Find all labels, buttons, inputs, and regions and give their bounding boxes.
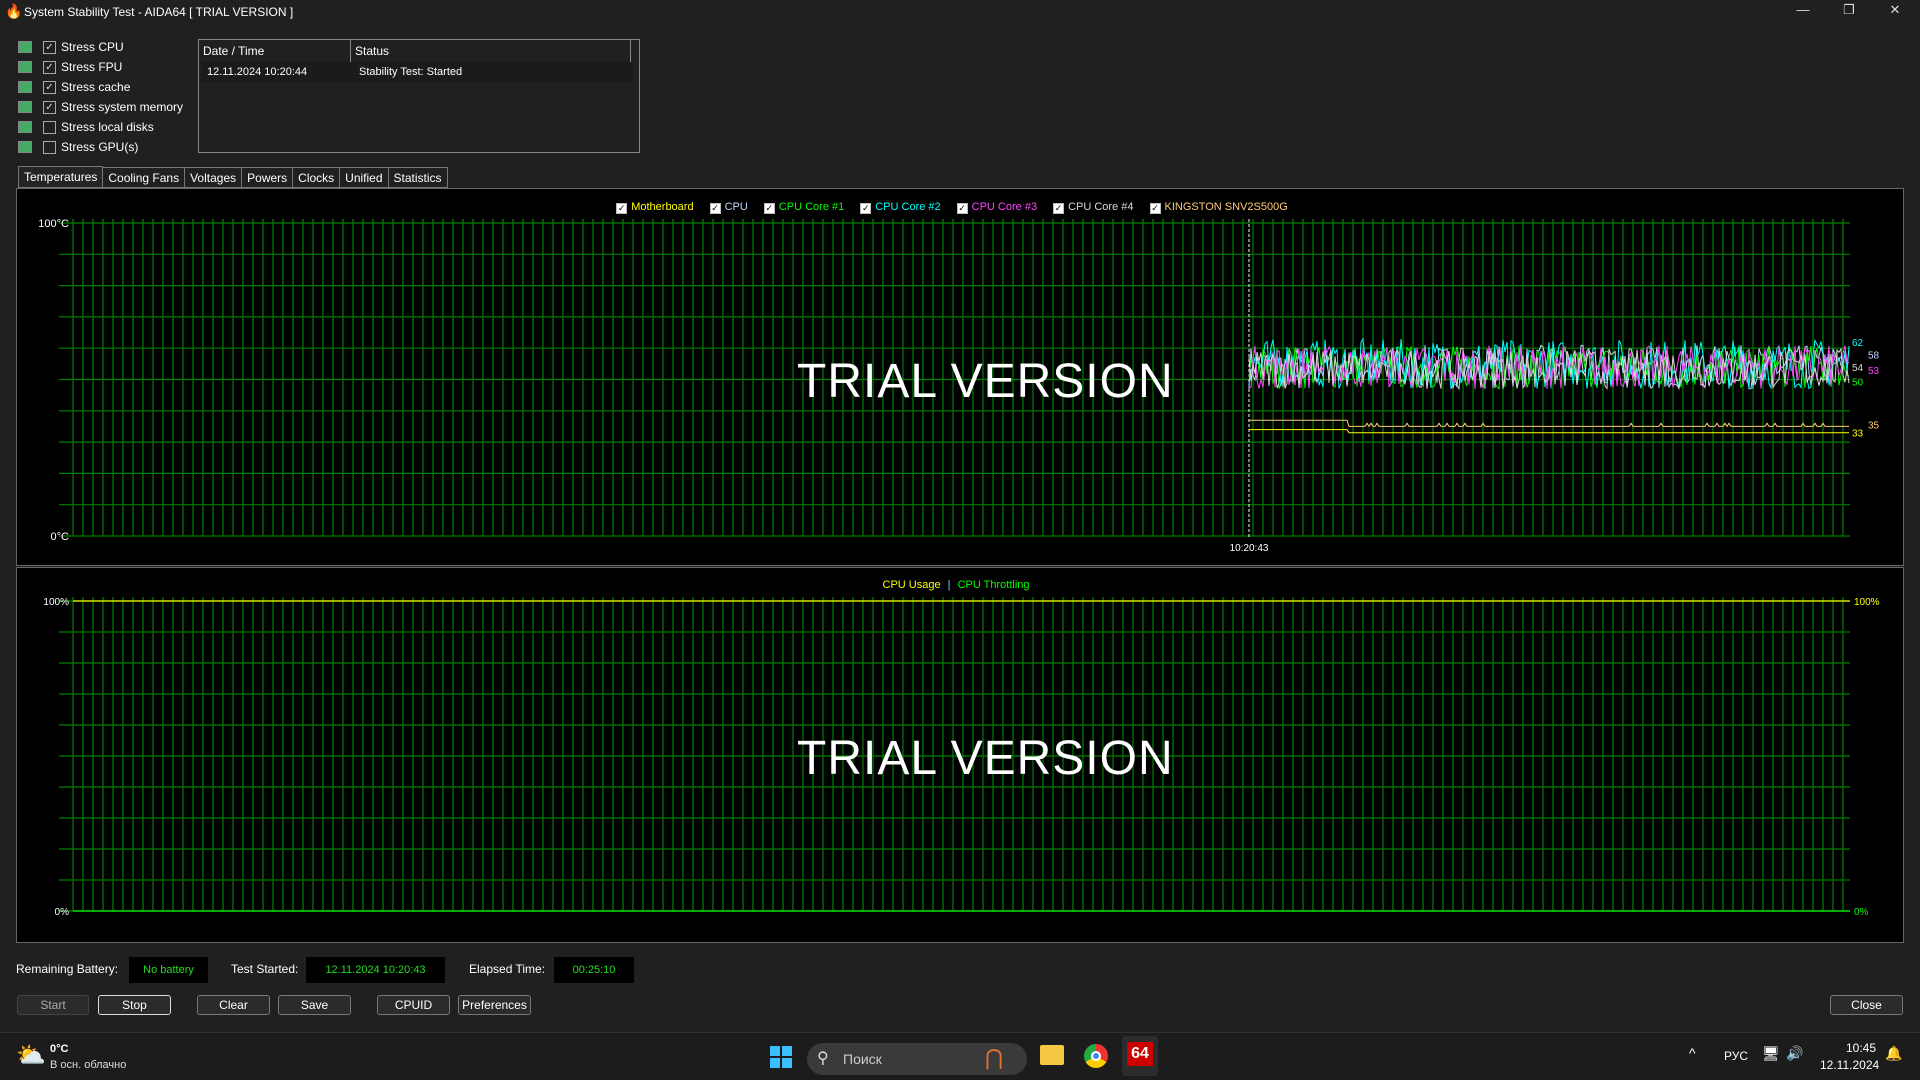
cpuid-button[interactable]: CPUID: [377, 995, 450, 1015]
tab-voltages[interactable]: Voltages: [185, 167, 243, 188]
cache-chip-icon: [18, 81, 32, 93]
stress-option-label: Stress CPU: [61, 40, 124, 54]
y-axis-bottom-label: 0%: [55, 907, 70, 918]
column-header-status[interactable]: Status: [351, 40, 631, 62]
restore-button[interactable]: ❐: [1829, 2, 1869, 22]
network-icon[interactable]: 🖥: [1762, 1045, 1780, 1062]
aida64-taskbar-button[interactable]: 64: [1122, 1036, 1158, 1076]
stress-option[interactable]: ✓ Stress cache: [18, 78, 130, 96]
current-value-label: 33: [1852, 429, 1864, 440]
x-tick-label: 10:20:43: [1230, 543, 1269, 554]
preferences-button[interactable]: Preferences: [458, 995, 531, 1015]
chrome-icon[interactable]: [1084, 1044, 1108, 1068]
event-log: Date / Time Status 12.11.2024 10:20:44 S…: [198, 39, 640, 153]
tab-cooling-fans[interactable]: Cooling Fans: [103, 167, 186, 188]
clock-time[interactable]: 10:45: [1846, 1041, 1876, 1055]
y-axis-right-bottom-label: 0%: [1854, 907, 1869, 918]
log-datetime: 12.11.2024 10:20:44: [207, 66, 308, 78]
stress-option[interactable]: ✓ Stress CPU: [18, 38, 124, 56]
search-box[interactable]: ⚲ Поиск ⋂: [807, 1043, 1027, 1075]
cpu-usage-chart: CPU Usage | CPU Throttling 100% 0% 100% 0% …: [16, 567, 1904, 943]
start-button[interactable]: Start: [17, 995, 89, 1015]
tab-statistics[interactable]: Statistics: [388, 167, 448, 188]
stress-option[interactable]: Stress GPU(s): [18, 138, 138, 156]
battery-label: Remaining Battery:: [16, 962, 119, 976]
file-explorer-icon[interactable]: [1040, 1045, 1064, 1065]
series-line-kingston-snv2s500g: [1249, 419, 1849, 428]
search-placeholder: Поиск: [843, 1051, 882, 1067]
tab-clocks[interactable]: Clocks: [293, 167, 341, 188]
checkbox[interactable]: ✓: [43, 60, 56, 74]
disk-icon: [18, 121, 32, 133]
gpu-icon: [18, 141, 32, 153]
stress-option-label: Stress system memory: [61, 100, 184, 114]
stress-option[interactable]: ✓ Stress system memory: [18, 98, 183, 116]
fpu-icon: [18, 61, 32, 73]
search-highlight-arch-icon: ⋂: [985, 1045, 1004, 1070]
current-value-label: 35: [1868, 420, 1880, 431]
trial-watermark: TRIAL VERSION: [797, 732, 1174, 785]
series-line-motherboard: [1249, 429, 1849, 434]
aida64-icon: 64: [1127, 1042, 1153, 1066]
current-value-label: 58: [1868, 350, 1880, 361]
stress-option-label: Stress GPU(s): [61, 140, 139, 154]
stress-option-label: Stress cache: [61, 80, 131, 94]
stress-option[interactable]: ✓ Stress FPU: [18, 58, 122, 76]
checkbox[interactable]: ✓: [43, 100, 56, 114]
y-axis-top-label: 100%: [43, 597, 69, 608]
checkbox[interactable]: [43, 120, 56, 134]
search-icon: ⚲: [817, 1050, 829, 1067]
battery-value: No battery: [129, 957, 208, 983]
tab-temperatures[interactable]: Temperatures: [18, 166, 104, 188]
notifications-bell-icon[interactable]: 🔔: [1885, 1045, 1902, 1062]
close-button[interactable]: Close: [1830, 995, 1903, 1015]
stress-option[interactable]: Stress local disks: [18, 118, 154, 136]
test-started-value: 12.11.2024 10:20:43: [306, 957, 445, 983]
current-value-label: 62: [1852, 338, 1864, 349]
minimize-button[interactable]: —: [1783, 2, 1823, 22]
stress-option-label: Stress local disks: [61, 120, 154, 134]
log-row: 12.11.2024 10:20:44 Stability Test: Star…: [201, 62, 633, 82]
taskbar: ⛅ 0°C В осн. облачно ⚲ Поиск ⋂ 64 ^ РУС …: [0, 1032, 1920, 1080]
close-window-button[interactable]: ✕: [1875, 2, 1915, 22]
temperature-chart: ✓ Motherboard ✓ CPU ✓ CPU Core #1 ✓ CPU Core #2…: [16, 188, 1904, 566]
show-hidden-icons-chevron-icon[interactable]: ^: [1689, 1045, 1696, 1061]
clock-date[interactable]: 12.11.2024: [1820, 1058, 1879, 1072]
weather-cloud-icon[interactable]: ⛅: [16, 1041, 46, 1070]
volume-icon[interactable]: 🔊: [1786, 1045, 1803, 1062]
test-started-label: Test Started:: [231, 962, 299, 976]
title-bar: 🔥 System Stability Test - AIDA64 [ TRIAL…: [0, 0, 1920, 24]
aida64-flame-icon: 🔥: [5, 3, 23, 19]
weather-desc[interactable]: В осн. облачно: [50, 1059, 126, 1071]
save-button[interactable]: Save: [278, 995, 351, 1015]
current-value-label: 53: [1868, 366, 1880, 377]
language-indicator[interactable]: РУС: [1724, 1049, 1748, 1063]
trial-watermark: TRIAL VERSION: [797, 355, 1174, 408]
window-title: System Stability Test - AIDA64 [ TRIAL V…: [24, 5, 294, 19]
log-status: Stability Test: Started: [359, 66, 463, 78]
checkbox[interactable]: ✓: [43, 40, 56, 54]
weather-temp[interactable]: 0°C: [50, 1043, 68, 1055]
y-axis-top-label: 100°C: [38, 218, 69, 230]
tab-unified[interactable]: Unified: [340, 167, 389, 188]
elapsed-time-value: 00:25:10: [554, 957, 634, 983]
tab-bar: Temperatures Cooling Fans Voltages Powers Cl…: [18, 166, 448, 188]
stop-button[interactable]: Stop: [98, 995, 171, 1015]
current-value-label: 50: [1852, 378, 1864, 389]
checkbox[interactable]: [43, 140, 56, 154]
clear-button[interactable]: Clear: [197, 995, 270, 1015]
stress-option-label: Stress FPU: [61, 60, 123, 74]
y-axis-right-top-label: 100%: [1854, 597, 1880, 608]
current-value-label: 54: [1852, 363, 1864, 374]
cpu-icon: [18, 41, 32, 53]
windows-start-icon[interactable]: [770, 1046, 792, 1068]
elapsed-time-label: Elapsed Time:: [469, 962, 546, 976]
column-header-datetime[interactable]: Date / Time: [199, 40, 351, 62]
y-axis-bottom-label: 0°C: [51, 531, 70, 543]
memory-icon: [18, 101, 32, 113]
checkbox[interactable]: ✓: [43, 80, 56, 94]
tab-powers[interactable]: Powers: [242, 167, 294, 188]
